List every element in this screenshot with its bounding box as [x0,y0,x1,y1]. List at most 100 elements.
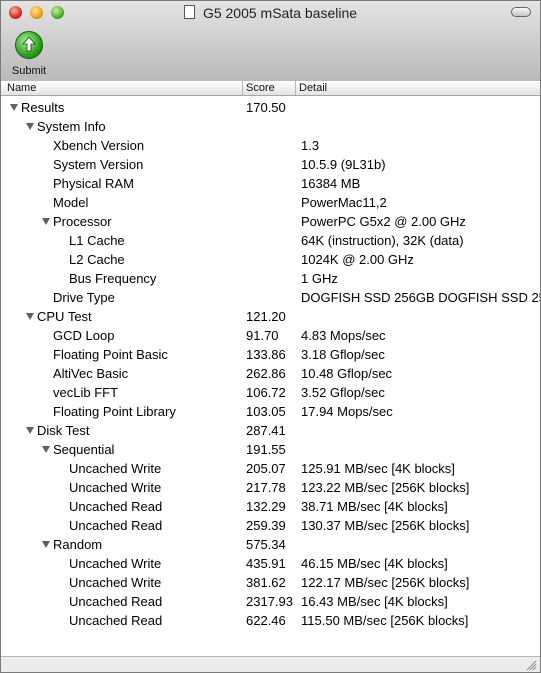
outline-row[interactable]: Bus Frequency 1 GHz [1,268,540,287]
row-name: Uncached Read [69,613,163,628]
row-name: Uncached Write [69,575,162,590]
row-detail: PowerPC G5x2 @ 2.00 GHz [301,214,466,229]
row-name: Uncached Read [69,518,163,533]
header-name[interactable]: Name [7,81,36,95]
row-detail: 17.94 Mops/sec [301,404,393,419]
row-score: 132.29 [246,499,286,514]
outline-row[interactable]: Uncached Write 205.07 125.91 MB/sec [4K … [1,458,540,477]
submit-button[interactable]: Submit [9,31,49,77]
row-name: Bus Frequency [69,271,157,286]
row-detail: 10.5.9 (9L31b) [301,157,386,172]
row-score: 106.72 [246,385,286,400]
disclosure-triangle-icon[interactable] [42,446,50,453]
row-name: Disk Test [37,423,90,438]
outline-row[interactable]: Xbench Version 1.3 [1,135,540,154]
row-name: Uncached Read [69,594,163,609]
outline-row-processor[interactable]: Processor PowerPC G5x2 @ 2.00 GHz [1,211,540,230]
toolbar-toggle-button[interactable] [511,7,531,17]
outline-row[interactable]: Model PowerMac11,2 [1,192,540,211]
row-detail: 3.52 Gflop/sec [301,385,385,400]
row-detail: 130.37 MB/sec [256K blocks] [301,518,470,533]
outline-row[interactable]: System Version 10.5.9 (9L31b) [1,154,540,173]
outline-row[interactable]: AltiVec Basic 262.86 10.48 Gflop/sec [1,363,540,382]
row-name: Uncached Write [69,461,162,476]
outline-row[interactable]: Uncached Read 132.29 38.71 MB/sec [4K bl… [1,496,540,515]
row-name: AltiVec Basic [53,366,129,381]
row-detail: DOGFISH SSD 256GB DOGFISH SSD 25 [301,290,540,305]
outline-row[interactable]: Uncached Read 259.39 130.37 MB/sec [256K… [1,515,540,534]
outline-row[interactable]: GCD Loop 91.70 4.83 Mops/sec [1,325,540,344]
row-score: 191.55 [246,442,286,457]
outline-row[interactable]: Uncached Write 435.91 46.15 MB/sec [4K b… [1,553,540,572]
resize-grip-icon[interactable] [526,660,537,671]
window-title-text: G5 2005 mSata baseline [202,5,358,21]
row-detail: 38.71 MB/sec [4K blocks] [301,499,448,514]
disclosure-triangle-icon[interactable] [26,123,34,130]
row-name: Random [53,537,103,552]
row-score: 2317.93 [246,594,293,609]
outline-row[interactable]: L2 Cache 1024K @ 2.00 GHz [1,249,540,268]
row-score: 170.50 [246,100,286,115]
row-detail: 1 GHz [301,271,338,286]
bottom-bar [1,656,540,672]
outline-row[interactable]: L1 Cache 64K (instruction), 32K (data) [1,230,540,249]
header-score[interactable]: Score [246,81,275,95]
row-detail: 123.22 MB/sec [256K blocks] [301,480,470,495]
row-name: Xbench Version [53,138,145,153]
outline-row-results[interactable]: Results 170.50 [1,97,540,116]
row-score: 435.91 [246,556,286,571]
outline-row[interactable]: Uncached Write 381.62 122.17 MB/sec [256… [1,572,540,591]
outline-row-cpu-test[interactable]: CPU Test 121.20 [1,306,540,325]
outline-row-random[interactable]: Random 575.34 [1,534,540,553]
window-title: G5 2005 mSata baseline [1,5,540,21]
row-detail: 1.3 [301,138,320,153]
column-divider[interactable] [242,81,243,95]
row-score: 575.34 [246,537,286,552]
row-name: Processor [53,214,112,229]
row-detail: 125.91 MB/sec [4K blocks] [301,461,455,476]
disclosure-triangle-icon[interactable] [42,218,50,225]
row-detail: 3.18 Gflop/sec [301,347,385,362]
outline-row[interactable]: Floating Point Library 103.05 17.94 Mops… [1,401,540,420]
row-name: System Version [53,157,144,172]
row-name: Uncached Read [69,499,163,514]
column-divider[interactable] [295,81,296,95]
row-score: 262.86 [246,366,286,381]
disclosure-triangle-icon[interactable] [26,427,34,434]
header-detail[interactable]: Detail [299,81,327,95]
row-score: 133.86 [246,347,286,362]
outline-row-system-info[interactable]: System Info [1,116,540,135]
disclosure-triangle-icon[interactable] [42,541,50,548]
row-name: Sequential [53,442,115,457]
outline-row[interactable]: Floating Point Basic 133.86 3.18 Gflop/s… [1,344,540,363]
outline-row[interactable]: Drive Type DOGFISH SSD 256GB DOGFISH SSD… [1,287,540,306]
disclosure-triangle-icon[interactable] [26,313,34,320]
outline-row-disk-test[interactable]: Disk Test 287.41 [1,420,540,439]
row-detail: 115.50 MB/sec [256K blocks] [301,613,469,628]
row-score: 121.20 [246,309,286,324]
row-score: 103.05 [246,404,286,419]
row-detail: 16.43 MB/sec [4K blocks] [301,594,448,609]
row-score: 622.46 [246,613,286,628]
outline-row[interactable]: vecLib FFT 106.72 3.52 Gflop/sec [1,382,540,401]
row-name: Floating Point Library [53,404,176,419]
row-name: L2 Cache [69,252,125,267]
outline-row[interactable]: Uncached Write 217.78 123.22 MB/sec [256… [1,477,540,496]
row-detail: 16384 MB [301,176,361,191]
submit-label: Submit [11,65,47,77]
row-name: Results [21,100,65,115]
row-score: 217.78 [246,480,286,495]
row-name: Uncached Write [69,556,162,571]
row-score: 259.39 [246,518,286,533]
row-name: CPU Test [37,309,92,324]
outline-row[interactable]: Uncached Read 2317.93 16.43 MB/sec [4K b… [1,591,540,610]
outline-row-sequential[interactable]: Sequential 191.55 [1,439,540,458]
disclosure-triangle-icon[interactable] [10,104,18,111]
outline-row[interactable]: Physical RAM 16384 MB [1,173,540,192]
title-bar: G5 2005 mSata baseline Submit [1,1,540,82]
row-detail: 64K (instruction), 32K (data) [301,233,464,248]
row-score: 381.62 [246,575,286,590]
outline-row[interactable]: Uncached Read 622.46 115.50 MB/sec [256K… [1,610,540,629]
row-score: 205.07 [246,461,286,476]
row-detail: 4.83 Mops/sec [301,328,386,343]
